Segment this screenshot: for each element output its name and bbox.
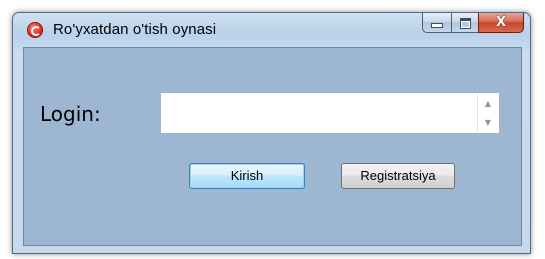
title-bar[interactable]: Ro'yxatdan o'tish oynasi X (13, 13, 530, 47)
minimize-button[interactable] (422, 13, 451, 33)
maximize-button[interactable] (451, 13, 478, 33)
caption-buttons: X (422, 13, 524, 33)
login-input-scrollbar[interactable]: ▲ ▼ (477, 94, 498, 132)
app-window: Ro'yxatdan o'tish oynasi X Login: ▲ ▼ Ki… (12, 12, 531, 254)
maximize-icon (460, 18, 471, 29)
registratsiya-button[interactable]: Registratsiya (341, 163, 455, 189)
minimize-icon (432, 24, 442, 27)
window-title: Ro'yxatdan o'tish oynasi (53, 21, 217, 38)
kirish-button[interactable]: Kirish (189, 163, 305, 189)
close-button[interactable]: X (478, 13, 524, 33)
scroll-up-icon[interactable]: ▲ (478, 94, 498, 113)
login-input[interactable]: ▲ ▼ (160, 92, 500, 134)
form-client-area: Login: ▲ ▼ Kirish Registratsiya (23, 47, 522, 246)
close-icon: X (495, 15, 507, 30)
login-label: Login: (40, 102, 101, 126)
scroll-down-icon[interactable]: ▼ (478, 113, 498, 132)
app-logo-icon (27, 22, 43, 38)
